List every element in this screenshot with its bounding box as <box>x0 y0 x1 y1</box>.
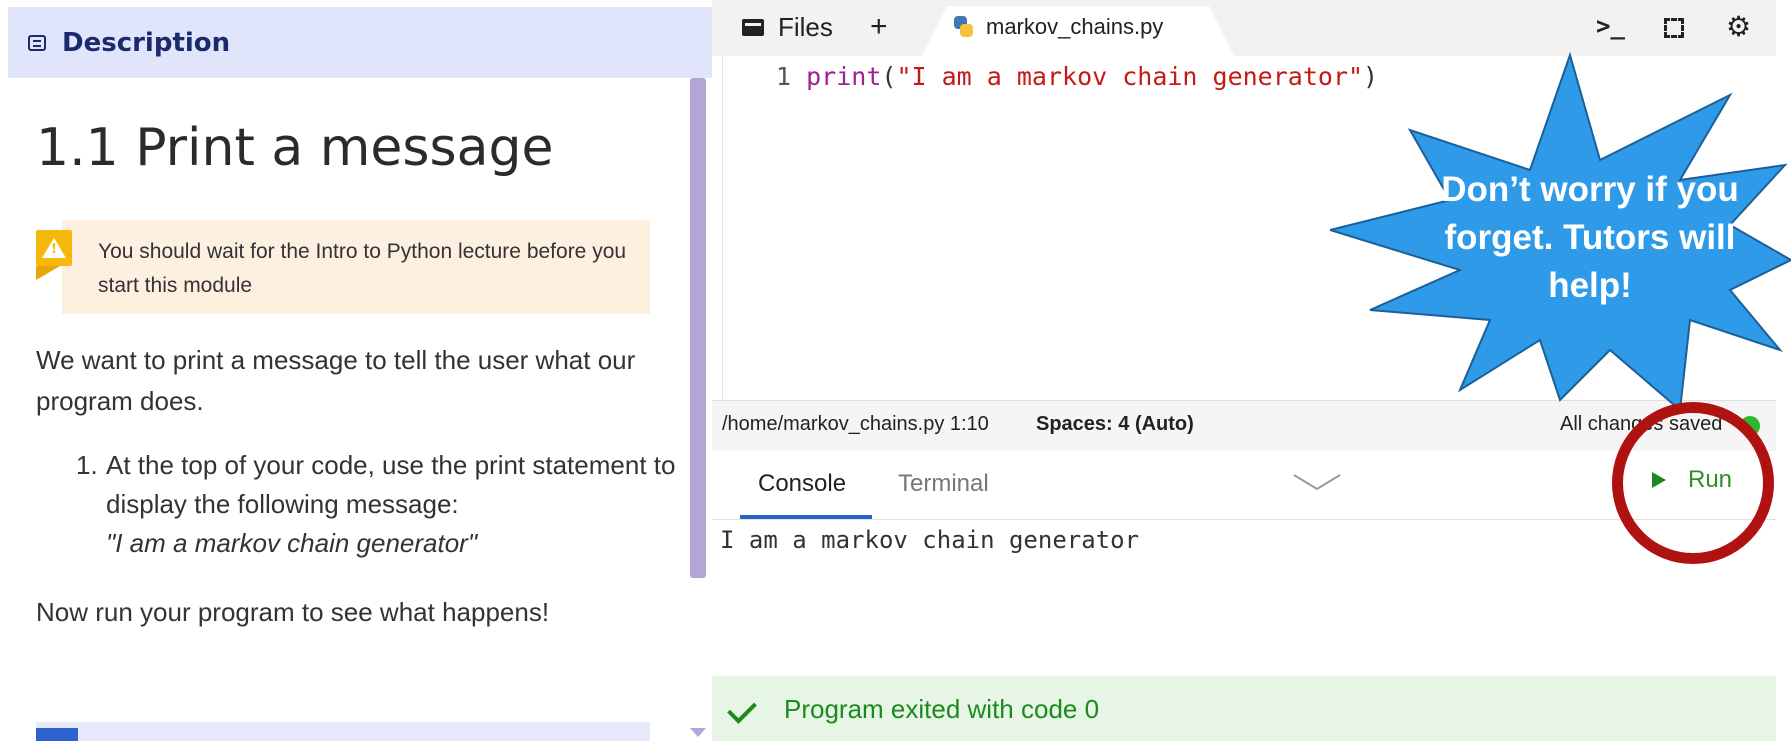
callout-text: Don’t worry if you forget. Tutors will h… <box>1441 170 1739 305</box>
warning-text: You should wait for the Intro to Python … <box>98 240 627 297</box>
list-item-quote: "I am a markov chain generator" <box>106 528 478 558</box>
tab-terminal[interactable]: Terminal <box>898 470 989 498</box>
files-tab-label: Files <box>778 12 833 42</box>
list-item-body: At the top of your code, use the print s… <box>106 446 676 563</box>
code-keyword: print <box>806 62 882 91</box>
folder-icon <box>742 19 764 36</box>
list-item-number: 1. <box>76 450 98 480</box>
description-scrollbar[interactable] <box>690 78 706 578</box>
tab-console[interactable]: Console <box>758 470 846 498</box>
scroll-down-icon[interactable] <box>690 728 706 737</box>
status-spaces[interactable]: Spaces: 4 (Auto) <box>1036 413 1194 436</box>
info-icon <box>36 728 78 741</box>
chevron-down-icon[interactable] <box>1292 472 1342 492</box>
file-tab-label: markov_chains.py <box>986 14 1164 39</box>
warning-icon: ! <box>36 230 72 266</box>
code-paren-open: ( <box>881 62 897 91</box>
description-header-label: Description <box>62 27 231 58</box>
gear-icon[interactable]: ⚙ <box>1726 10 1751 43</box>
run-highlight-circle <box>1612 402 1774 564</box>
python-file-icon <box>952 16 974 38</box>
active-tab-indicator <box>740 515 872 519</box>
lesson-title: 1.1 Print a message <box>36 118 554 178</box>
fullscreen-icon[interactable] <box>1664 18 1684 38</box>
code-line[interactable]: 1 print("I am a markov chain generator") <box>776 62 1378 91</box>
closing-paragraph: Now run your program to see what happens… <box>36 597 550 627</box>
add-tab-button[interactable]: + <box>870 10 888 44</box>
intro-paragraph: We want to print a message to tell the u… <box>36 345 636 416</box>
description-panel: Description 1.1 Print a message ! You sh… <box>0 0 712 741</box>
description-header[interactable]: Description <box>8 7 712 78</box>
list-item-text: At the top of your code, use the print s… <box>106 450 676 519</box>
line-number: 1 <box>776 62 792 91</box>
status-file-path: /home/markov_chains.py 1:10 <box>722 413 989 435</box>
warning-callout-tail <box>36 266 60 280</box>
file-tab-label-wrap[interactable]: markov_chains.py <box>952 14 1163 40</box>
terminal-icon[interactable]: >_ <box>1596 12 1625 40</box>
info-callout <box>36 722 650 741</box>
console-output[interactable]: I am a markov chain generator <box>720 526 1139 554</box>
document-icon <box>28 34 46 51</box>
code-string: "I am a markov chain generator" <box>896 62 1364 91</box>
files-tab[interactable]: Files <box>742 12 833 43</box>
exit-status-text: Program exited with code 0 <box>784 694 1100 724</box>
